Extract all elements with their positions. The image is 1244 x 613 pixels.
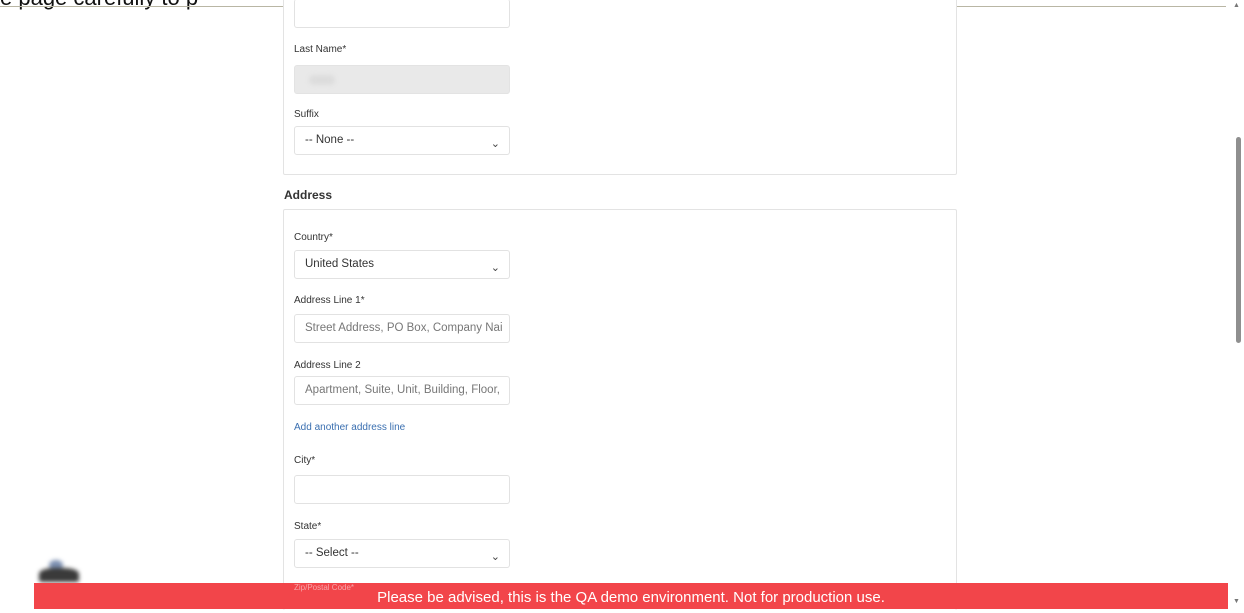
address-section-title: Address — [284, 188, 333, 202]
add-address-line-link[interactable]: Add another address line — [294, 422, 405, 433]
city-label: City* — [294, 455, 316, 466]
suffix-selected-value: -- None -- — [305, 134, 355, 146]
address-card: Country* United States ⌄ Address Line 1*… — [283, 209, 957, 610]
address-line-2-input[interactable]: Apartment, Suite, Unit, Building, Floor, — [294, 376, 510, 405]
chat-widget-avatar[interactable] — [35, 560, 83, 584]
city-input[interactable] — [294, 475, 510, 504]
state-select[interactable]: -- Select -- ⌄ — [294, 539, 510, 568]
scroll-down-arrow-icon[interactable]: ▼ — [1233, 598, 1240, 605]
country-select[interactable]: United States ⌄ — [294, 250, 510, 279]
last-name-label: Last Name* — [294, 44, 347, 55]
redacted-value — [309, 75, 335, 85]
address-line-1-input[interactable]: Street Address, PO Box, Company Nai — [294, 314, 510, 343]
chevron-down-icon: ⌄ — [490, 262, 500, 274]
avatar-body — [39, 568, 79, 582]
state-label: State* — [294, 521, 322, 532]
address-line-1-label: Address Line 1* — [294, 295, 365, 306]
country-selected-value: United States — [305, 258, 375, 270]
chevron-down-icon: ⌄ — [490, 551, 500, 563]
address-line-2-label: Address Line 2 — [294, 360, 361, 371]
chevron-down-icon: ⌄ — [490, 138, 500, 150]
suffix-label: Suffix — [294, 109, 319, 120]
first-name-field-partial[interactable] — [294, 0, 510, 28]
banner-text: Please be advised, this is the QA demo e… — [377, 589, 885, 606]
scroll-up-arrow-icon[interactable]: ▲ — [1233, 2, 1240, 9]
scrollbar-thumb[interactable] — [1236, 137, 1241, 343]
name-card: Last Name* Suffix -- None -- ⌄ — [283, 0, 957, 175]
country-label: Country* — [294, 232, 333, 243]
zip-label-behind-banner: Zip/Postal Code* — [294, 583, 355, 592]
environment-warning-banner: Please be advised, this is the QA demo e… — [34, 583, 1228, 609]
last-name-field[interactable] — [294, 65, 510, 94]
state-selected-value: -- Select -- — [305, 547, 359, 559]
suffix-select[interactable]: -- None -- ⌄ — [294, 126, 510, 155]
